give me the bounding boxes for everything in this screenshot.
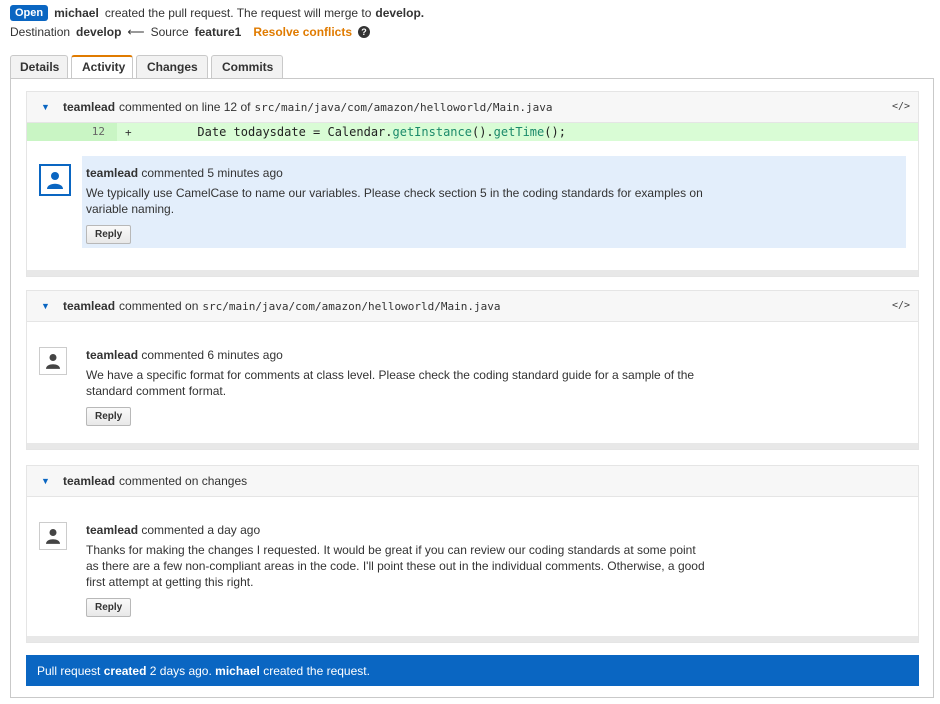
code-segment: (); — [544, 125, 566, 139]
tab-details[interactable]: Details — [10, 55, 68, 78]
reply-button[interactable]: Reply — [86, 407, 132, 426]
target-branch: develop. — [375, 6, 425, 20]
source-branch[interactable]: feature1 — [195, 25, 242, 39]
comment-author[interactable]: teamlead — [86, 166, 138, 180]
comment-thread: ▼ teamlead commented on src/main/java/co… — [26, 290, 919, 450]
comment-body: teamlead commented a day ago Thanks for … — [82, 513, 906, 626]
tab-bar: Details Activity Changes Commits — [10, 55, 286, 79]
tab-commits[interactable]: Commits — [211, 55, 283, 78]
comment-title: teamlead commented a day ago — [86, 522, 902, 538]
author-name[interactable]: michael — [54, 6, 99, 20]
thread-author: teamlead — [63, 299, 116, 313]
caret-down-icon[interactable]: ▼ — [41, 301, 63, 311]
destination-branch[interactable]: develop — [76, 25, 121, 39]
avatar — [39, 347, 67, 375]
banner-prefix: Pull request — [37, 663, 101, 678]
reply-button[interactable]: Reply — [86, 225, 132, 244]
comment-text: Thanks for making the changes I requeste… — [86, 543, 705, 589]
comment-title: teamlead commented 6 minutes ago — [86, 347, 902, 363]
thread-author: teamlead — [63, 474, 116, 488]
file-path[interactable]: src/main/java/com/amazon/helloworld/Main… — [254, 101, 552, 114]
comment-meta: commented 6 minutes ago — [141, 348, 283, 362]
comment-author[interactable]: teamlead — [86, 348, 138, 362]
code-icon[interactable]: </> — [892, 101, 910, 112]
comment-author[interactable]: teamlead — [86, 523, 138, 537]
destination-label: Destination — [10, 25, 71, 39]
thread-author: teamlead — [63, 100, 116, 114]
diff-code: Date todaysdate = Calendar.getInstance()… — [132, 125, 566, 139]
user-silhouette-icon — [46, 529, 60, 544]
comment-text: We typically use CamelCase to name our v… — [86, 186, 703, 216]
diff-line: 12 + Date todaysdate = Calendar.getInsta… — [27, 123, 918, 141]
code-method: getInstance — [392, 125, 472, 139]
code-segment: Date todaysdate = Calendar. — [139, 125, 393, 139]
code-icon[interactable]: </> — [892, 300, 910, 311]
arrow-left-icon: ⟵ — [127, 25, 145, 39]
thread-header-text: commented on changes — [119, 474, 248, 488]
comment-thread: ▼ teamlead commented on line 12 of src/m… — [26, 91, 919, 277]
activity-panel: ▼ teamlead commented on line 12 of src/m… — [10, 78, 934, 698]
banner-created: created — [103, 663, 147, 678]
resolve-conflicts-link[interactable]: Resolve conflicts — [253, 25, 352, 39]
help-icon[interactable]: ? — [358, 26, 371, 38]
banner-when: 2 days ago. — [149, 663, 212, 678]
tab-activity[interactable]: Activity — [71, 55, 133, 79]
reply-button[interactable]: Reply — [86, 598, 132, 617]
tab-changes[interactable]: Changes — [136, 55, 208, 78]
comment-meta: commented 5 minutes ago — [141, 166, 283, 180]
created-text: created the pull request. The request wi… — [104, 6, 372, 20]
user-silhouette-icon — [46, 354, 60, 369]
thread-footer — [27, 443, 918, 449]
comment-body: teamlead commented 5 minutes ago We typi… — [82, 156, 906, 248]
pr-summary: Open michael created the pull request. T… — [10, 5, 424, 21]
avatar — [39, 164, 71, 196]
file-path[interactable]: src/main/java/com/amazon/helloworld/Main… — [202, 300, 500, 313]
thread-header: ▼ teamlead commented on line 12 of src/m… — [27, 92, 918, 123]
caret-down-icon[interactable]: ▼ — [41, 476, 63, 486]
diff-marker: + — [125, 125, 132, 139]
thread-footer — [27, 270, 918, 276]
status-badge: Open — [10, 5, 49, 21]
caret-down-icon[interactable]: ▼ — [41, 102, 63, 112]
source-label: Source — [150, 25, 189, 39]
code-segment: (). — [471, 125, 494, 139]
banner-suffix: created the request. — [263, 663, 370, 678]
comment-title: teamlead commented 5 minutes ago — [86, 165, 902, 181]
thread-header: ▼ teamlead commented on src/main/java/co… — [27, 291, 918, 322]
user-silhouette-icon — [47, 172, 63, 189]
avatar — [39, 522, 67, 550]
thread-header-text: commented on — [119, 299, 199, 313]
comment-text: We have a specific format for comments a… — [86, 368, 695, 398]
comment-body: teamlead commented 6 minutes ago We have… — [82, 338, 906, 435]
comment-meta: commented a day ago — [141, 523, 261, 537]
thread-header: ▼ teamlead commented on changes — [27, 466, 918, 497]
branch-info: Destination develop ⟵ Source feature1 Re… — [10, 24, 371, 40]
pull-request-created-banner: Pull request created 2 days ago. michael… — [26, 655, 919, 686]
thread-footer — [27, 636, 918, 642]
banner-user[interactable]: michael — [215, 664, 260, 678]
comment-thread: ▼ teamlead commented on changes teamlead… — [26, 465, 919, 643]
code-method: getTime — [493, 125, 545, 139]
diff-line-number: 12 — [27, 123, 117, 141]
thread-header-text: commented on line 12 of — [119, 100, 251, 114]
